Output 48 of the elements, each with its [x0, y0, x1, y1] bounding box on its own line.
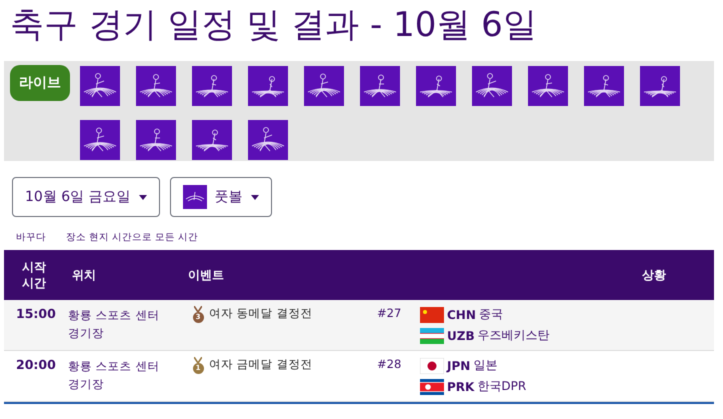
match-number: #27 — [377, 306, 402, 322]
match-number: #28 — [377, 357, 402, 373]
start-time: 15:00 — [15, 306, 57, 323]
sport-icon[interactable] — [584, 66, 624, 106]
flag-icon — [420, 378, 444, 394]
sport-icon[interactable] — [248, 66, 288, 106]
caret-icon — [250, 194, 259, 200]
country-code: JPN — [447, 358, 470, 372]
venue-link[interactable]: 황룡 스포츠 센터 경기장 — [64, 306, 182, 350]
start-time: 20:00 — [15, 357, 57, 374]
country-code: UZB — [447, 328, 475, 342]
sport-icon[interactable] — [528, 66, 568, 106]
sport-icon — [182, 185, 207, 209]
column-header: 시작 시간 — [21, 259, 47, 291]
sport-icon[interactable] — [192, 66, 232, 106]
date-dropdown[interactable]: 10월 6일 금요일 — [12, 177, 160, 217]
sport-icon[interactable] — [80, 66, 120, 106]
column-header: 상황 — [642, 267, 667, 283]
sport-icon[interactable] — [192, 120, 232, 160]
sport-icon[interactable] — [472, 66, 512, 106]
country-code: PRK — [447, 380, 474, 394]
country-code: CHN — [447, 308, 476, 322]
column-header: 이벤트 — [187, 267, 225, 283]
flag-icon — [420, 358, 444, 374]
event-name: 여자 금메달 결정전 — [209, 357, 312, 372]
sport-icon[interactable] — [416, 66, 456, 106]
live-button[interactable]: 라이브 — [10, 65, 70, 101]
sport-dropdown[interactable]: 풋볼 — [170, 177, 272, 217]
page-title: 축구 경기 일정 및 결과 - 10월 6일 — [9, 4, 538, 47]
sport-icon[interactable] — [640, 66, 680, 106]
country-name: 한국DPR — [477, 378, 526, 395]
country-name: 중국 — [478, 306, 503, 323]
venue-link[interactable]: 황룡 스포츠 센터 경기장 — [64, 357, 182, 401]
time-link[interactable]: 바꾸다 — [16, 231, 46, 250]
flag-icon — [420, 328, 444, 344]
time-link[interactable]: 장소 현지 시간으로 모든 시간 — [66, 231, 198, 250]
flag-icon — [420, 306, 444, 322]
sport-icon[interactable] — [304, 66, 344, 106]
sport-icon[interactable] — [248, 120, 288, 160]
sport-icon[interactable] — [360, 66, 400, 106]
caret-icon — [138, 194, 147, 200]
country-name: 우즈베키스탄 — [478, 327, 550, 344]
sport-icon[interactable] — [80, 120, 120, 160]
country-name: 일본 — [473, 357, 498, 374]
column-header: 위치 — [71, 267, 97, 283]
sport-icon[interactable] — [136, 66, 176, 106]
event-name: 여자 동메달 결정전 — [209, 306, 312, 321]
sport-icon[interactable] — [136, 120, 176, 160]
